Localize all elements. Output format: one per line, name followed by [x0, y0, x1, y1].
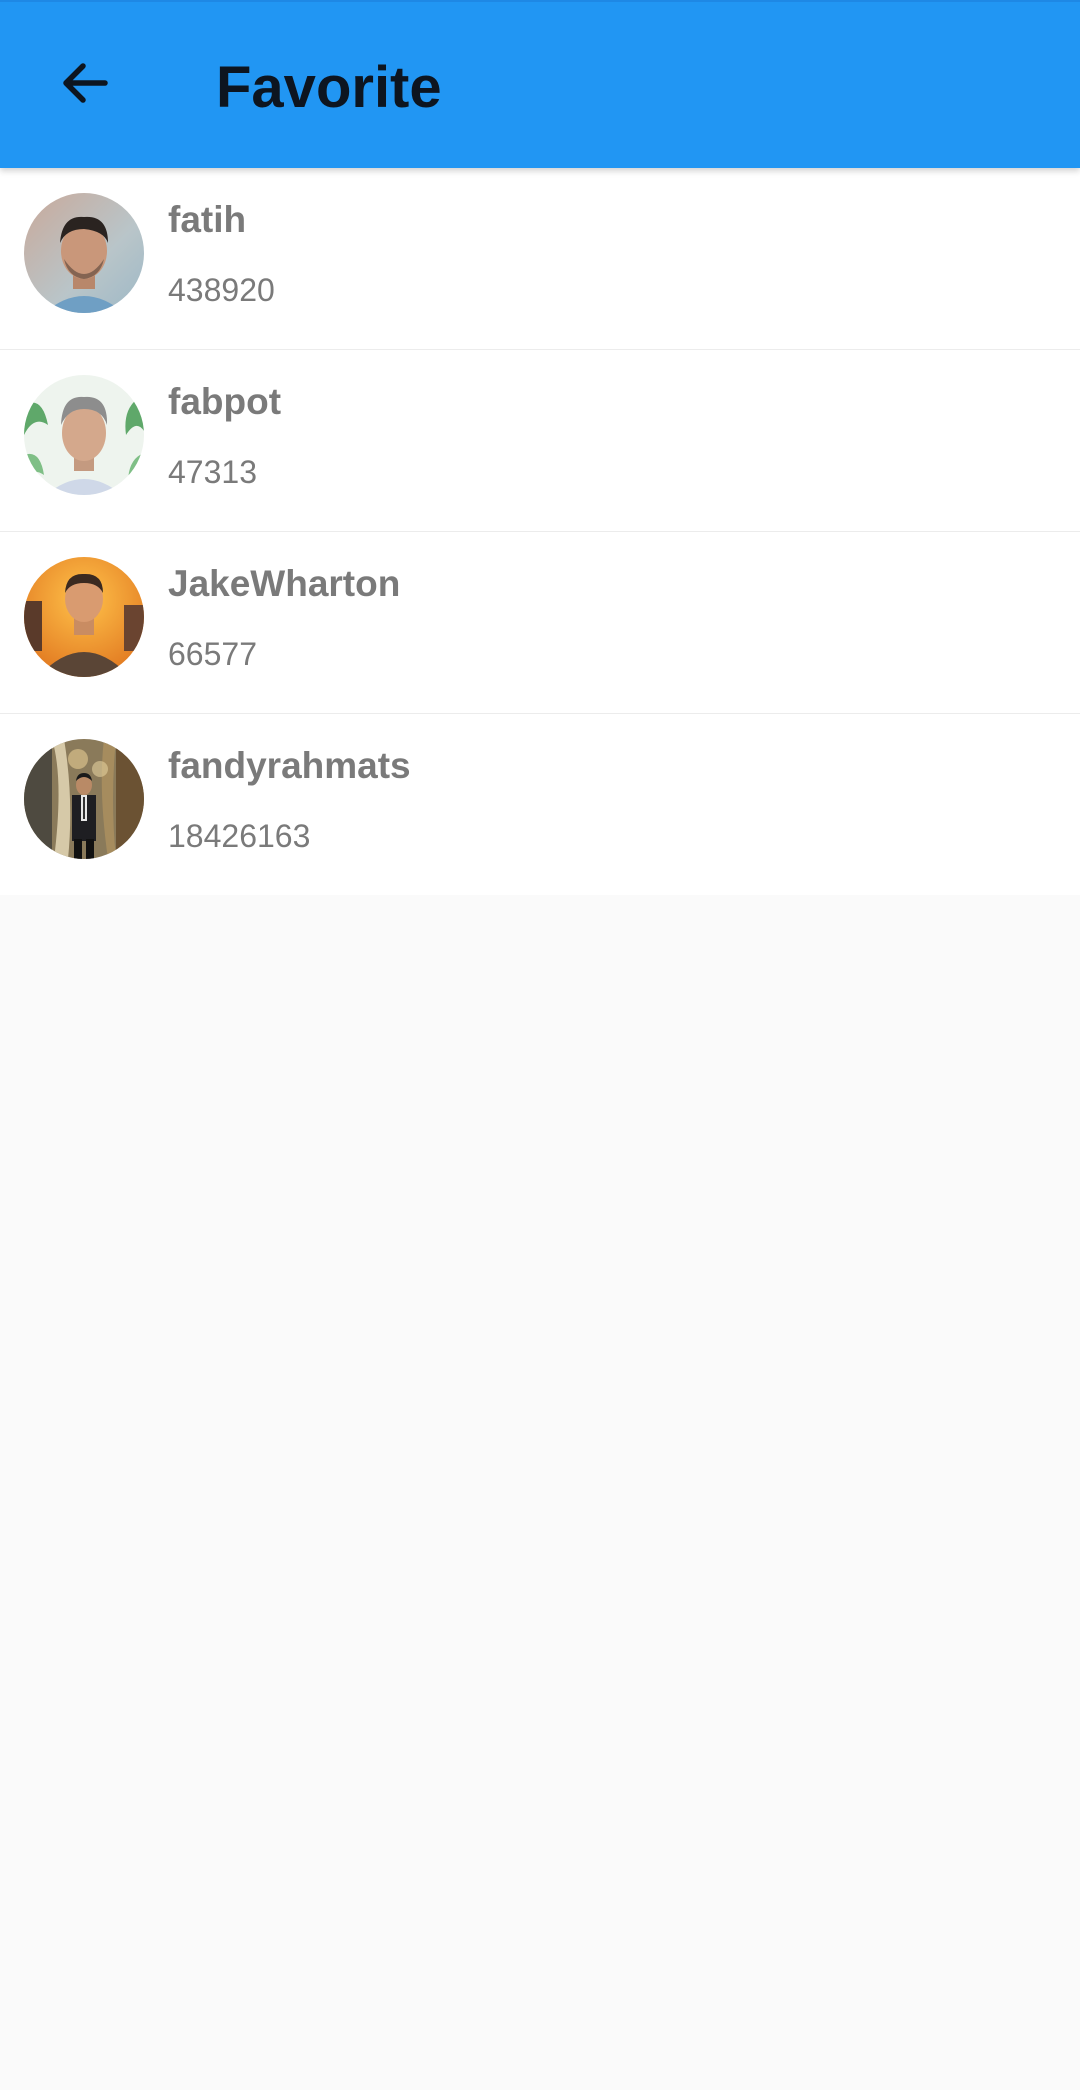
username: fatih — [168, 199, 247, 240]
username: fabpot — [168, 381, 282, 422]
username: JakeWharton — [168, 563, 401, 604]
user-id: 18426163 — [168, 818, 311, 854]
back-button[interactable] — [40, 38, 130, 128]
avatar — [24, 193, 144, 313]
app-bar: Favorite — [0, 0, 1080, 168]
page-title: Favorite — [216, 55, 442, 120]
list-item[interactable]: fandyrahmats 18426163 — [0, 714, 1080, 895]
list-item[interactable]: JakeWharton 66577 — [0, 532, 1080, 714]
user-id: 66577 — [168, 636, 257, 672]
arrow-left-icon — [63, 63, 108, 103]
list-item[interactable]: fabpot 47313 — [0, 350, 1080, 532]
user-id: 47313 — [168, 454, 257, 490]
favorites-list: fatih 438920 fabpot 47313 JakeWharton 66… — [0, 168, 1080, 895]
user-id: 438920 — [168, 272, 275, 308]
avatar — [24, 557, 144, 677]
avatar — [24, 739, 144, 859]
username: fandyrahmats — [168, 745, 411, 786]
list-item[interactable]: fatih 438920 — [0, 168, 1080, 350]
avatar — [24, 375, 144, 495]
